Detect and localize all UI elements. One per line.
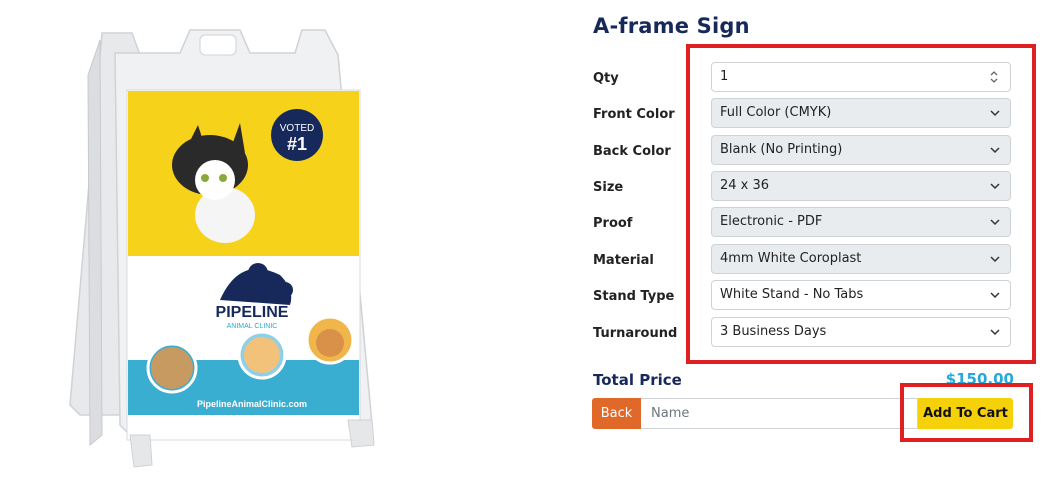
brand-name: PIPELINE [216, 304, 289, 321]
qty-label: Qty [593, 71, 619, 86]
badge-line2: #1 [287, 134, 307, 154]
back-color-label: Back Color [593, 144, 671, 159]
website-text: PipelineAnimalClinic.com [197, 399, 307, 409]
product-title: A-frame Sign [593, 14, 750, 38]
product-image: VOTED #1 PIPELINE ANIMAL CLINIC Pipeline… [69, 29, 375, 468]
back-button[interactable]: Back [592, 398, 641, 429]
total-price-label: Total Price [593, 371, 682, 389]
turnaround-label: Turnaround [593, 326, 678, 341]
brand-sub: ANIMAL CLINIC [227, 323, 278, 330]
proof-label: Proof [593, 216, 633, 231]
size-label: Size [593, 180, 624, 195]
total-price-value: $150.00 [945, 370, 1014, 384]
name-input[interactable]: Name [641, 398, 918, 429]
badge-line1: VOTED [280, 123, 314, 134]
front-color-label: Front Color [593, 107, 675, 122]
cart-highlight-box [900, 383, 1033, 442]
options-highlight-box [686, 44, 1036, 364]
material-label: Material [593, 253, 654, 268]
product-page: VOTED #1 PIPELINE ANIMAL CLINIC Pipeline… [0, 0, 1062, 494]
stand-type-label: Stand Type [593, 289, 675, 304]
